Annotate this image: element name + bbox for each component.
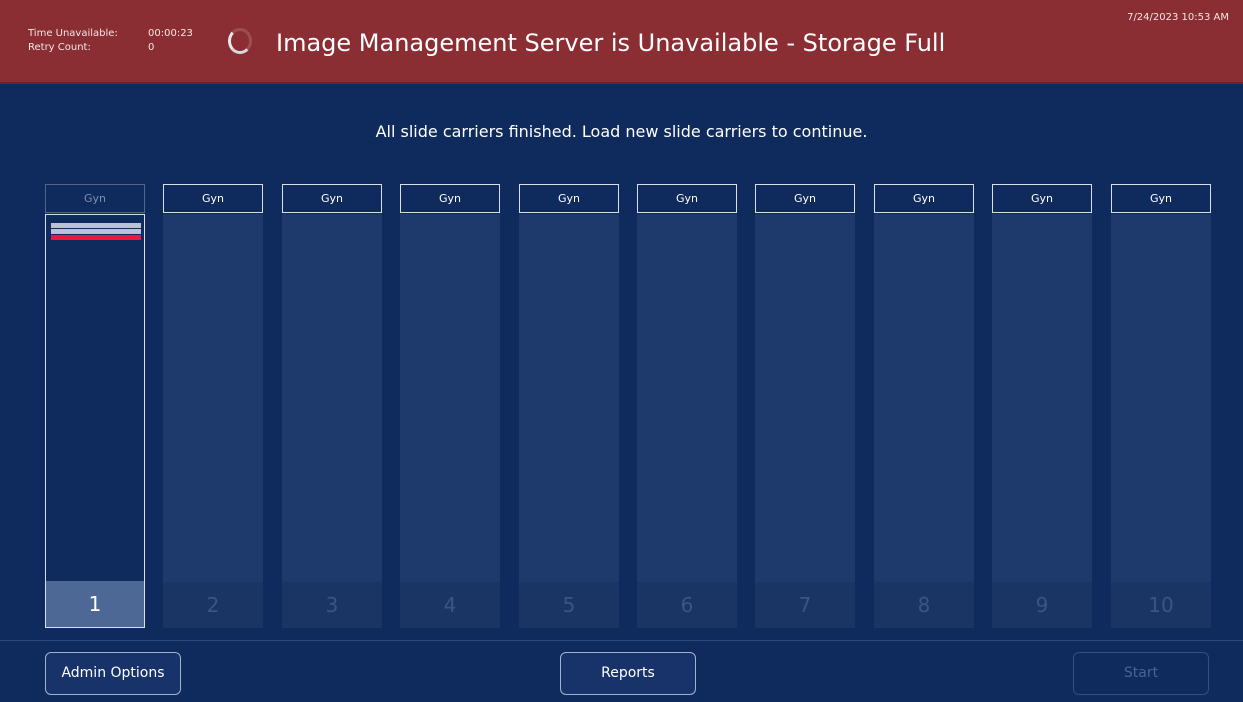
carrier-number: 6 xyxy=(637,582,737,628)
carrier-5-type-label: Gyn xyxy=(519,184,619,213)
carrier-slot-9[interactable]: 9 xyxy=(992,214,1092,628)
slide xyxy=(51,223,141,228)
carrier-slot-1[interactable]: 1 xyxy=(45,214,145,628)
status-info: Time Unavailable: 00:00:23 Retry Count: … xyxy=(28,27,193,55)
alert-title: Image Management Server is Unavailable -… xyxy=(276,29,946,57)
carrier-number: 8 xyxy=(874,582,974,628)
admin-options-button[interactable]: Admin Options xyxy=(45,652,181,695)
carrier-slot-7[interactable]: 7 xyxy=(755,214,855,628)
carrier-slot-10[interactable]: 10 xyxy=(1111,214,1211,628)
carrier-slot-3[interactable]: 3 xyxy=(282,214,382,628)
carrier-number: 9 xyxy=(992,582,1092,628)
carrier-slot-4[interactable]: 4 xyxy=(400,214,500,628)
footer-divider xyxy=(0,640,1243,641)
carrier-7-type-label: Gyn xyxy=(755,184,855,213)
datetime: 7/24/2023 10:53 AM xyxy=(1127,12,1229,23)
carrier-10-type-label: Gyn xyxy=(1111,184,1211,213)
carrier-slot-8[interactable]: 8 xyxy=(874,214,974,628)
carrier-6-type-label: Gyn xyxy=(637,184,737,213)
status-bar: Time Unavailable: 00:00:23 Retry Count: … xyxy=(0,0,1243,84)
time-unavailable-value: 00:00:23 xyxy=(148,28,193,39)
slide xyxy=(51,229,141,234)
retry-count-label: Retry Count: xyxy=(28,42,91,53)
status-message: All slide carriers finished. Load new sl… xyxy=(375,122,868,141)
retry-count-value: 0 xyxy=(148,42,155,53)
carrier-number: 4 xyxy=(400,582,500,628)
carrier-number: 7 xyxy=(755,582,855,628)
time-unavailable-label: Time Unavailable: xyxy=(28,28,118,39)
carrier-3-type-label: Gyn xyxy=(282,184,382,213)
carrier-1-type-label: Gyn xyxy=(45,184,145,213)
carrier-2-type-label: Gyn xyxy=(163,184,263,213)
carrier-number: 2 xyxy=(163,582,263,628)
carrier-9-type-label: Gyn xyxy=(992,184,1092,213)
slide-error xyxy=(51,235,141,240)
carrier-number: 10 xyxy=(1111,582,1211,628)
carrier-number: 3 xyxy=(282,582,382,628)
carrier-slot-5[interactable]: 5 xyxy=(519,214,619,628)
loading-spinner-icon xyxy=(228,28,252,54)
carrier-number: 1 xyxy=(46,581,144,627)
carrier-8-type-label: Gyn xyxy=(874,184,974,213)
reports-button[interactable]: Reports xyxy=(560,652,696,695)
start-button[interactable]: Start xyxy=(1073,652,1209,695)
carrier-slot-2[interactable]: 2 xyxy=(163,214,263,628)
carrier-4-type-label: Gyn xyxy=(400,184,500,213)
carrier-number: 5 xyxy=(519,582,619,628)
carrier-slot-6[interactable]: 6 xyxy=(637,214,737,628)
